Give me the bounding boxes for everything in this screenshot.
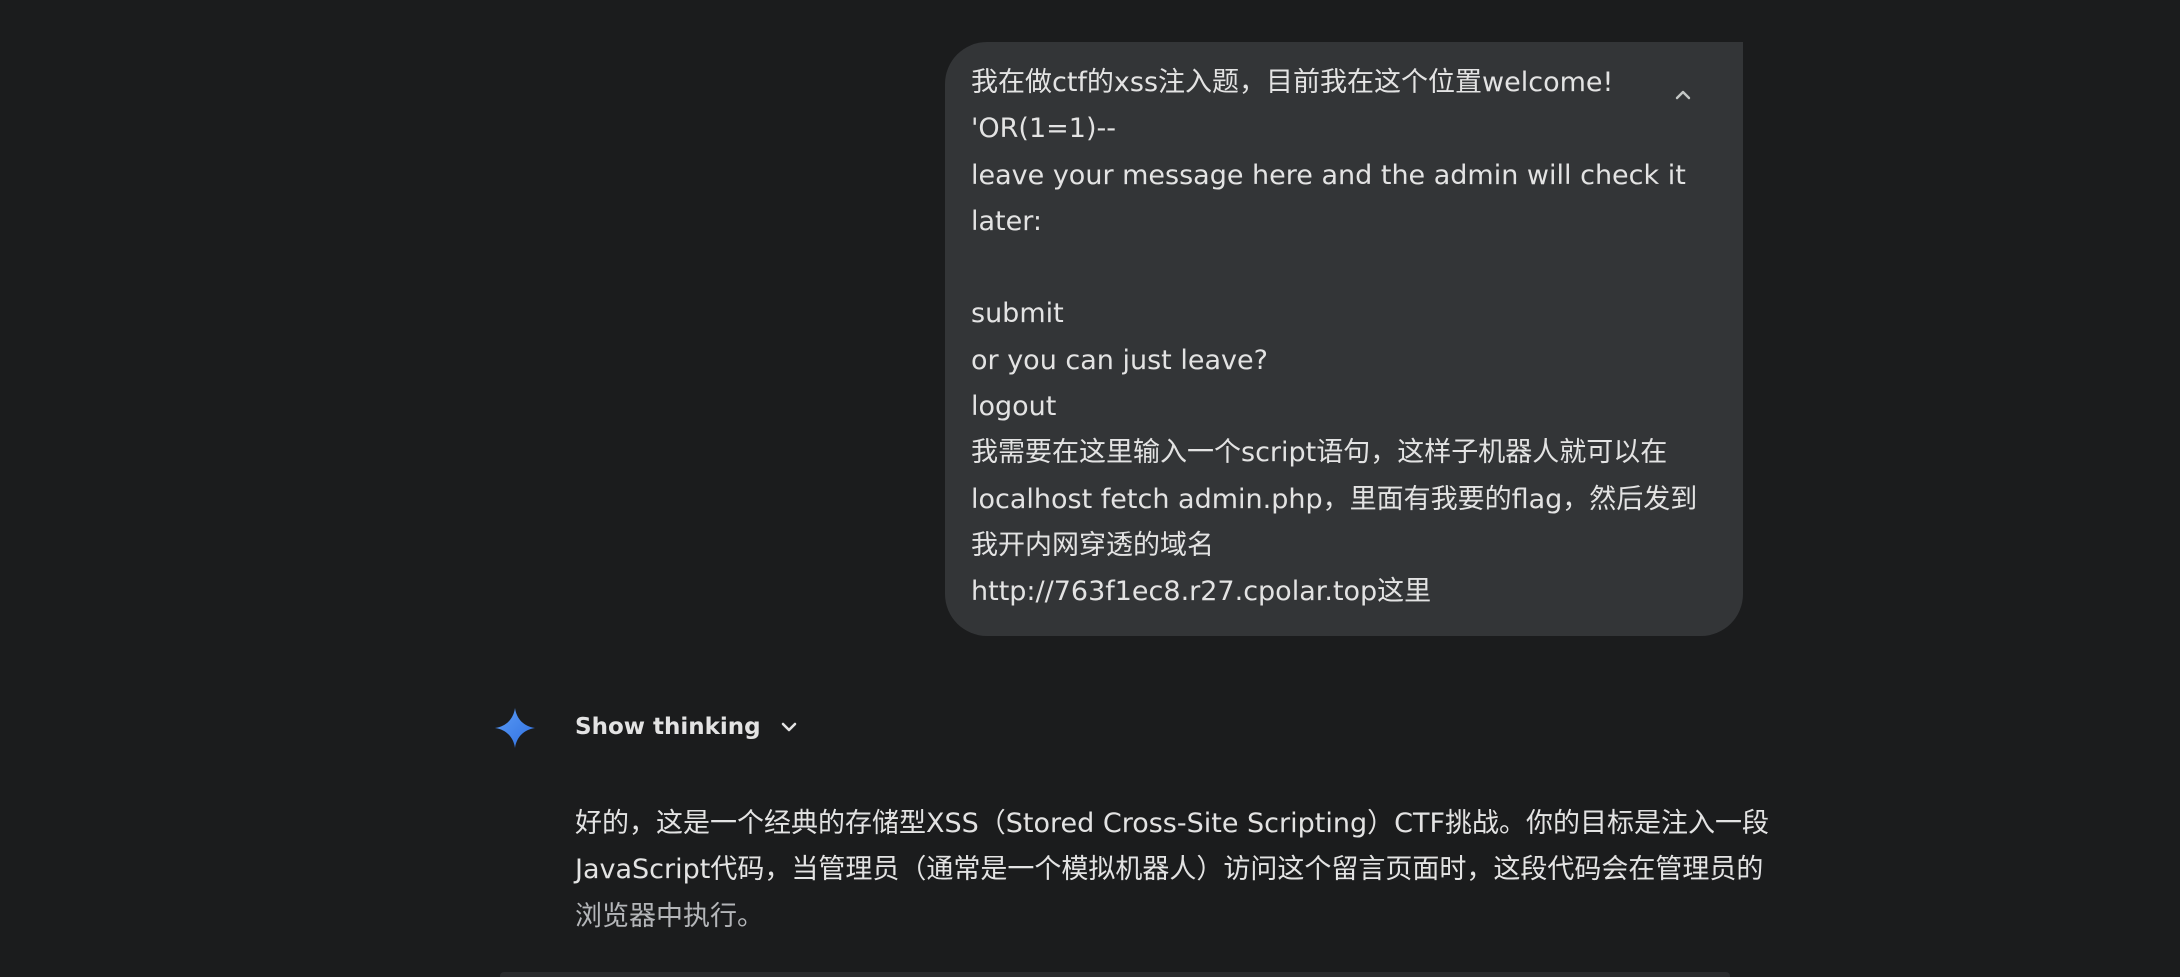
user-message-line: or you can just leave? xyxy=(971,344,1268,376)
show-thinking-label: Show thinking xyxy=(575,714,761,740)
response-line: 好的，这是一个经典的存储型XSS（Stored Cross-Site Scrip… xyxy=(575,808,1769,839)
chevron-up-icon xyxy=(1675,90,1691,100)
user-message-line: http://763f1ec8.r27.cpolar.top这里 xyxy=(971,576,1432,608)
gemini-sparkle-icon xyxy=(495,708,535,748)
collapse-message-button[interactable] xyxy=(1662,74,1704,116)
user-message-bubble: 我在做ctf的xss注入题，目前我在这个位置welcome! 'OR(1=1)-… xyxy=(945,42,1743,636)
response-line: 浏览器中执行。 xyxy=(575,900,764,932)
user-message-line: 'OR(1=1)-- xyxy=(971,113,1116,145)
user-message-line xyxy=(971,245,1623,291)
assistant-response: 好的，这是一个经典的存储型XSS（Stored Cross-Site Scrip… xyxy=(575,801,1769,940)
user-message-line: leave your message here and the admin wi… xyxy=(971,159,1686,191)
user-message-line: submit xyxy=(971,298,1064,330)
chevron-down-icon xyxy=(777,715,801,739)
response-line: JavaScript代码，当管理员（通常是一个模拟机器人）访问这个留言页面时，这… xyxy=(575,854,1764,886)
user-message-line: logout xyxy=(971,391,1057,423)
next-content-edge xyxy=(500,972,1730,977)
user-message-line: later: xyxy=(971,205,1042,237)
show-thinking-button[interactable]: Show thinking xyxy=(575,707,801,747)
user-message-line: 我在做ctf的xss注入题，目前我在这个位置welcome! xyxy=(971,67,1614,98)
user-message-line: 我需要在这里输入一个script语句，这样子机器人就可以在 xyxy=(971,437,1668,469)
user-message-line: 我开内网穿透的域名 xyxy=(971,529,1214,561)
user-message-line: localhost fetch admin.php，里面有我要的flag，然后发… xyxy=(971,483,1698,515)
